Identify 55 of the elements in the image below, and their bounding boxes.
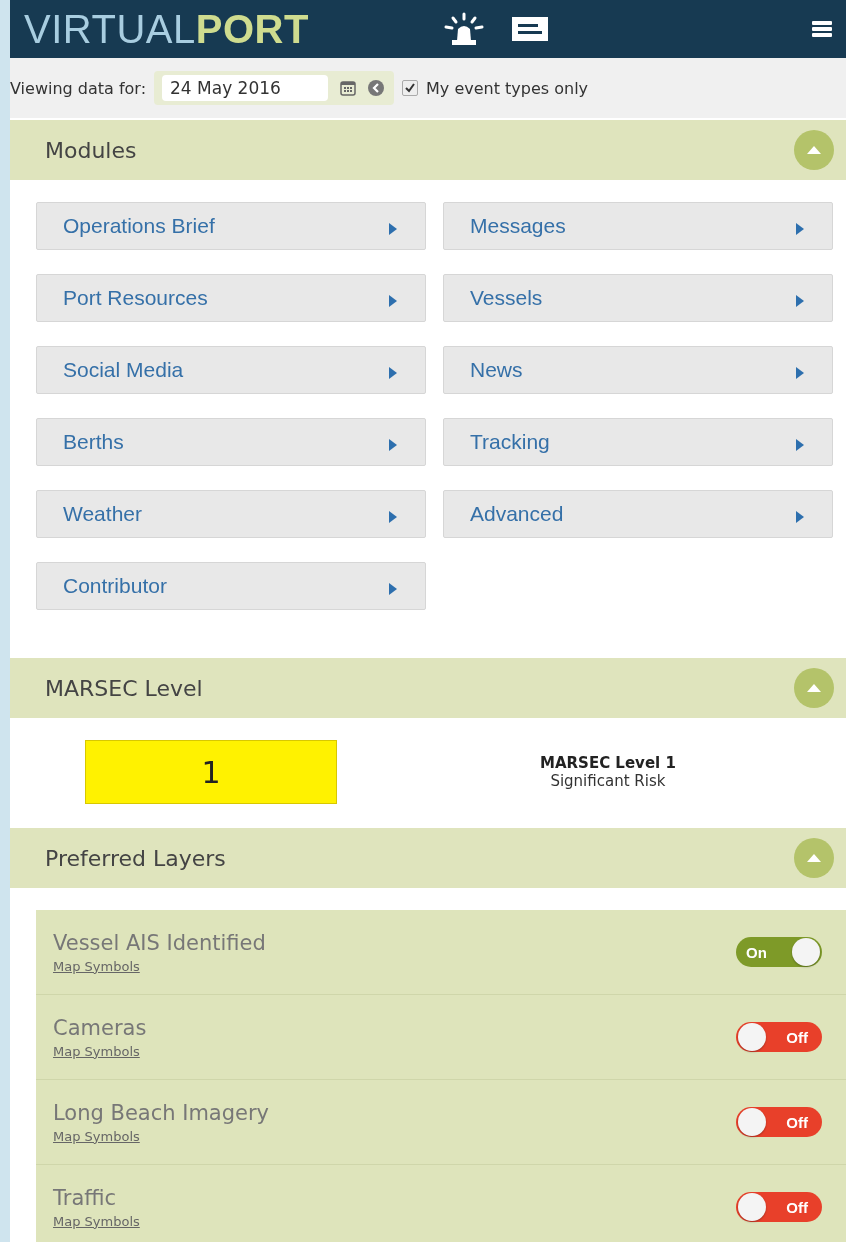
module-button[interactable]: Advanced <box>443 490 833 538</box>
layer-name: Long Beach Imagery <box>53 1100 270 1125</box>
caret-icon <box>389 295 397 307</box>
siren-icon[interactable] <box>444 12 484 46</box>
module-button[interactable]: Tracking <box>443 418 833 466</box>
menu-icon[interactable] <box>812 20 832 38</box>
checkbox-label: My event types only <box>426 78 589 98</box>
caret-icon <box>389 223 397 235</box>
module-button[interactable]: Port Resources <box>36 274 426 322</box>
caret-icon <box>389 583 397 595</box>
map-symbols-link[interactable]: Map Symbols <box>53 958 266 974</box>
app-logo: VIRTUALPORT <box>24 6 310 52</box>
module-button[interactable]: Contributor <box>36 562 426 610</box>
map-symbols-link[interactable]: Map Symbols <box>53 1043 147 1059</box>
caret-icon <box>796 367 804 379</box>
module-button[interactable]: Messages <box>443 202 833 250</box>
module-button[interactable]: Operations Brief <box>36 202 426 250</box>
toggle-switch[interactable]: On <box>736 937 822 967</box>
viewing-label: Viewing data for: <box>10 78 147 98</box>
caret-icon <box>796 511 804 523</box>
level-heading: MARSEC Level 1 <box>540 754 676 772</box>
section-title: MARSEC Level <box>45 675 203 701</box>
caret-icon <box>796 223 804 235</box>
layer-name: Vessel AIS Identified <box>53 930 266 955</box>
section-title: Modules <box>45 137 137 163</box>
section-header[interactable]: MARSEC Level <box>10 658 846 718</box>
section-title: Preferred Layers <box>45 845 226 871</box>
chevron-up-icon <box>807 854 821 862</box>
module-button[interactable]: Vessels <box>443 274 833 322</box>
chevron-up-icon <box>807 684 821 692</box>
section-header[interactable]: Preferred Layers <box>10 828 846 888</box>
caret-icon <box>389 367 397 379</box>
level-indicator: 1 <box>85 740 337 804</box>
layer-name: Cameras <box>53 1015 147 1040</box>
caret-icon <box>796 439 804 451</box>
module-button[interactable]: News <box>443 346 833 394</box>
module-button[interactable]: Social Media <box>36 346 426 394</box>
caret-icon <box>389 511 397 523</box>
toggle-switch[interactable]: Off <box>736 1107 822 1137</box>
map-symbols-link[interactable]: Map Symbols <box>53 1128 270 1144</box>
map-symbols-link[interactable]: Map Symbols <box>53 1213 140 1229</box>
date-field[interactable]: 24 May 2016 <box>162 75 329 101</box>
caret-icon <box>389 439 397 451</box>
toggle-switch[interactable]: Off <box>736 1192 822 1222</box>
module-button[interactable]: Berths <box>36 418 426 466</box>
toggle-switch[interactable]: Off <box>736 1022 822 1052</box>
checkbox[interactable] <box>402 80 419 96</box>
caret-icon <box>796 295 804 307</box>
calendar-icon[interactable] <box>340 80 357 96</box>
level-description: Significant Risk <box>549 772 667 790</box>
section-header[interactable]: Modules <box>10 120 846 180</box>
message-icon[interactable] <box>512 17 548 41</box>
chevron-up-icon <box>807 146 821 154</box>
layer-name: Traffic <box>53 1185 118 1210</box>
module-button[interactable]: Weather <box>36 490 426 538</box>
